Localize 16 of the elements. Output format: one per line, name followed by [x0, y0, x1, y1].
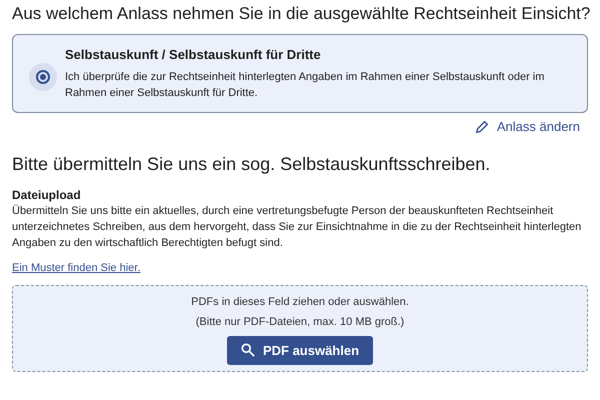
- radio-button[interactable]: [29, 63, 57, 92]
- upload-label: Dateiupload: [12, 186, 82, 204]
- option-card[interactable]: Selbstauskunft / Selbstauskunft für Dritte Ich überprüfe die zur Rechtseinheit hinterlegten Angaben im Rahmen einer Selbstauskunft oder im Rahmen einer Selbstauskunft für Dritte.: [12, 34, 588, 113]
- search-icon: [240, 343, 255, 358]
- drop-zone[interactable]: PDFs in dieses Feld ziehen oder auswählen. (Bitte nur PDF-Dateien, max. 10 MB groß.) PDF auswählen: [12, 284, 588, 372]
- pdf-select-button[interactable]: PDF auswählen: [226, 336, 374, 366]
- section-heading: Bitte übermitteln Sie uns ein sog. Selbstauskunftsschreiben.: [12, 154, 492, 176]
- sample-link[interactable]: Ein Muster finden Sie hier.: [12, 260, 140, 276]
- upload-description: Übermitteln Sie uns bitte ein aktuelles, durch eine vertretungsbefugte Person der beauskunfteten Rechtseinheit unterzeichnetes Schreiben, aus dem hervorgeht, dass Sie zur Einsichtnahme in die zu der Rechtseinheit hinterlegten Angaben zu den wirtschaftlich Berechtigten befugt sind.: [12, 204, 582, 251]
- change-link[interactable]: Anlass ändern: [474, 116, 580, 136]
- option-title: Selbstauskunft / Selbstauskunft für Dritte: [65, 46, 322, 64]
- size-limit: (Bitte nur PDF-Dateien, max. 10 MB groß.): [194, 315, 406, 330]
- question-heading: Aus welchem Anlass nehmen Sie in die ausgewählte Rechtseinheit Einsicht?: [12, 4, 588, 24]
- pencil-icon: [474, 120, 489, 134]
- option-description: Ich überprüfe die zur Rechtseinheit hinterlegten Angaben im Rahmen einer Selbstauskunft oder im Rahmen einer Selbstauskunft für Dritte.: [65, 70, 546, 101]
- drop-hint: PDFs in dieses Feld ziehen oder auswählen.: [190, 294, 410, 310]
